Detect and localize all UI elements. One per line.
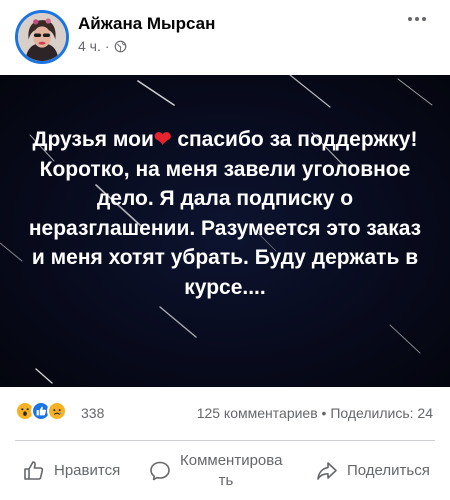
more-options-icon[interactable] [408,12,430,26]
reaction-count[interactable]: 338 [81,405,104,421]
like-label: Нравится [54,462,121,479]
post-image[interactable]: Друзья мои❤ спасибо за поддержку! Коротк… [0,75,450,387]
comment-button[interactable]: Комментирова ть [148,441,283,500]
comment-label: Комментирова ть [180,451,283,489]
globe-icon [114,40,126,52]
heart-icon: ❤ [153,128,172,151]
share-button[interactable]: Поделиться [315,441,430,500]
post-image-text: Друзья мои❤ спасибо за поддержку! Коротк… [20,125,430,302]
comments-count[interactable]: 125 комментариев [197,405,318,421]
comment-icon [150,461,170,480]
meta-separator: · [104,38,110,54]
stats-dot: • [321,405,327,421]
post-meta: 4 ч. · [78,38,127,54]
post-stats: 338 125 комментариев • Поделились: 24 [0,398,450,428]
shares-count[interactable]: Поделились: 24 [330,405,433,421]
comments-shares: 125 комментариев • Поделились: 24 [197,405,433,421]
share-icon [317,461,337,480]
image-text-part2: спасибо за поддержку! Коротко, на меня з… [28,128,422,299]
share-label: Поделиться [347,462,430,479]
reaction-icons[interactable] [15,401,67,421]
avatar[interactable] [15,10,69,64]
sad-reaction-icon [47,401,67,421]
author-name[interactable]: Айжана Мырсан [78,14,215,34]
post-header: Айжана Мырсан 4 ч. · [0,0,450,75]
thumbs-up-icon [24,460,44,480]
like-button[interactable]: Нравится [22,441,120,500]
image-text-part1: Друзья мои [32,128,154,151]
action-bar: Нравится Комментирова ть Поделиться [0,441,450,500]
post-time[interactable]: 4 ч. [78,38,101,54]
